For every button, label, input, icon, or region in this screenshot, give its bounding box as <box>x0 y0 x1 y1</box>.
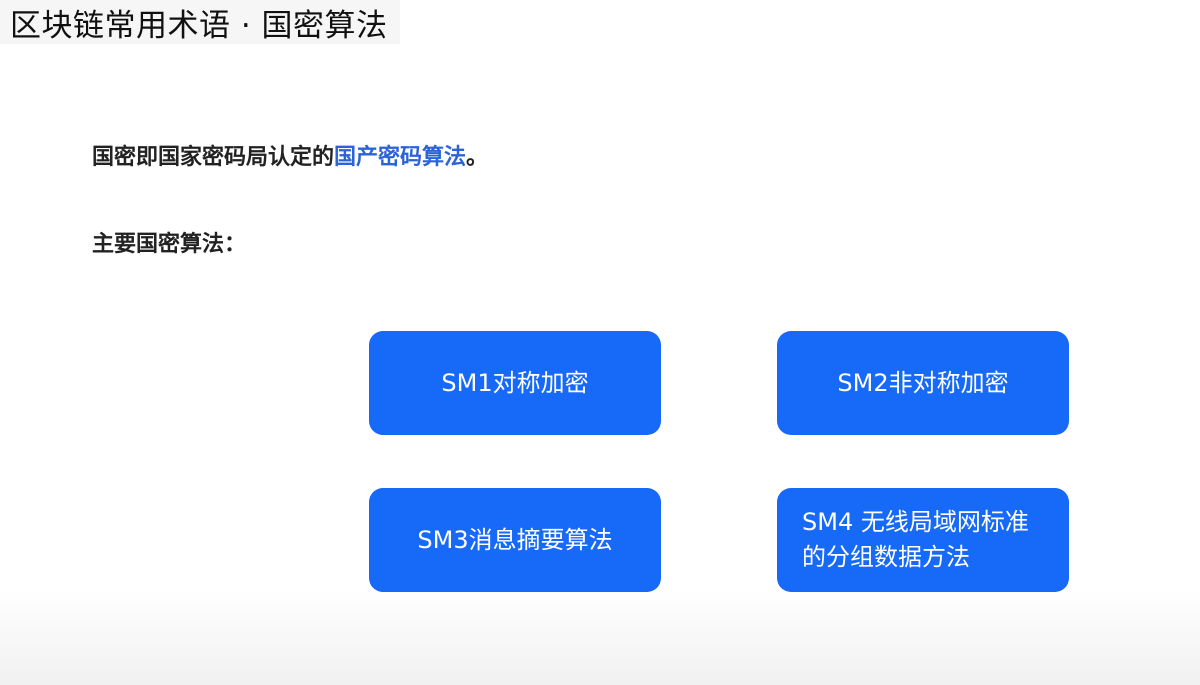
algorithms-heading: 主要国密算法： <box>92 232 247 257</box>
sm4-label: SM4 无线局域网标准的分组数据方法 <box>802 508 1029 571</box>
sm3-label: SM3消息摘要算法 <box>417 525 613 554</box>
intro-prefix: 国密即国家密码局认定的 <box>92 145 335 170</box>
intro-text: 国密即国家密码局认定的国产密码算法。 <box>92 139 488 171</box>
sm3-card[interactable]: SM3消息摘要算法 <box>369 488 661 592</box>
slide-title: 区块链常用术语 · 国密算法 <box>10 7 388 44</box>
sm2-card[interactable]: SM2非对称加密 <box>777 331 1069 435</box>
sm1-card[interactable]: SM1对称加密 <box>369 331 661 435</box>
title-bar: 区块链常用术语 · 国密算法 <box>0 0 400 44</box>
intro-suffix: 。 <box>466 145 489 170</box>
sm1-label: SM1对称加密 <box>441 368 589 397</box>
slide: 区块链常用术语 · 国密算法 国密即国家密码局认定的国产密码算法。 主要国密算法… <box>0 0 1200 685</box>
sm4-card[interactable]: SM4 无线局域网标准的分组数据方法 <box>777 488 1069 592</box>
intro-highlight: 国产密码算法 <box>334 145 467 170</box>
sm2-label: SM2非对称加密 <box>837 368 1009 397</box>
